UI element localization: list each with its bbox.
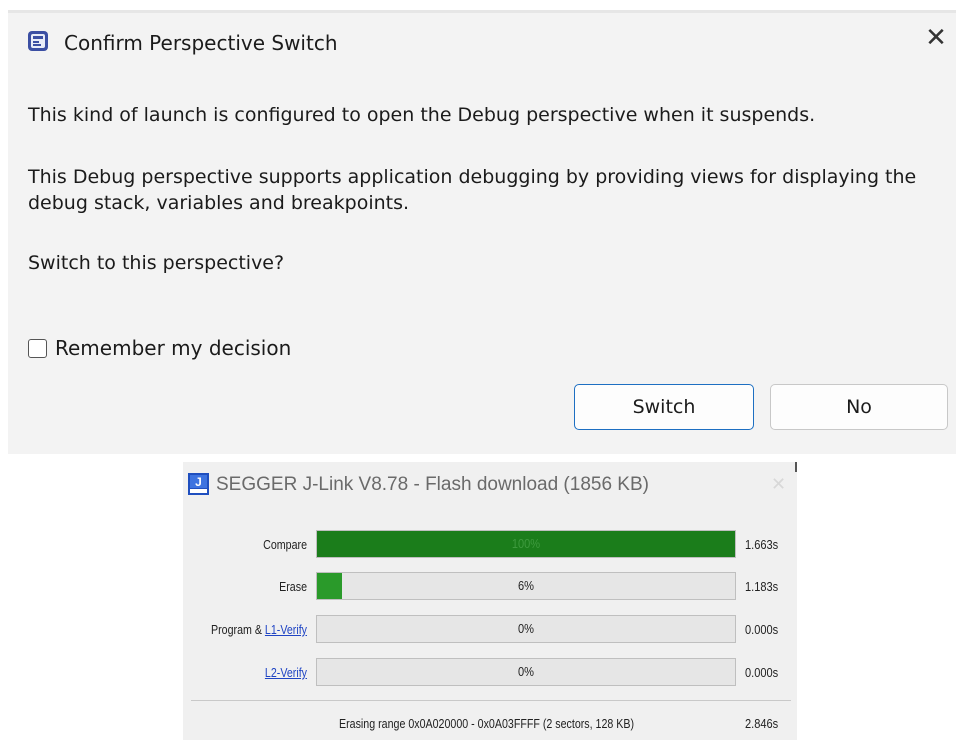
erase-status-text: Erasing range 0x0A020000 - 0x0A03FFFF (2… xyxy=(339,716,635,731)
segger-jlink-icon: J xyxy=(188,473,209,495)
l2-verify-label: L2-Verify xyxy=(205,665,307,680)
l2-verify-percent: 0% xyxy=(518,664,534,679)
svg-text:J: J xyxy=(195,475,202,489)
l2-verify-time: 0.000s xyxy=(745,665,779,680)
compare-percent: 100% xyxy=(511,536,541,551)
close-icon[interactable]: ✕ xyxy=(922,24,950,52)
dialog-message: This kind of launch is configured to ope… xyxy=(28,104,816,126)
program-progress-bar: 0% xyxy=(316,615,736,643)
remember-decision-control[interactable]: Remember my decision xyxy=(28,336,291,360)
l1-verify-link[interactable]: L1-Verify xyxy=(265,622,307,637)
dialog-question: Switch to this perspective? xyxy=(28,252,285,274)
confirm-perspective-dialog: Confirm Perspective Switch ✕ This kind o… xyxy=(8,10,956,454)
no-button[interactable]: No xyxy=(770,384,948,430)
eclipse-app-icon xyxy=(28,31,48,51)
program-time: 0.000s xyxy=(745,622,779,637)
erase-progress-fill xyxy=(317,573,343,599)
compare-time: 1.663s xyxy=(745,537,779,552)
erase-percent: 6% xyxy=(518,578,534,593)
jlink-close-icon[interactable]: ✕ xyxy=(771,474,786,495)
program-percent: 0% xyxy=(518,621,534,636)
program-label-prefix: Program & xyxy=(211,622,265,637)
switch-button[interactable]: Switch xyxy=(574,384,754,430)
remember-decision-label[interactable]: Remember my decision xyxy=(55,336,291,360)
window-edge-mark xyxy=(795,462,797,472)
jlink-window-title: SEGGER J-Link V8.78 - Flash download (18… xyxy=(216,474,649,495)
l2-verify-link[interactable]: L2-Verify xyxy=(265,665,307,680)
dialog-top-edge xyxy=(8,10,956,13)
compare-label: Compare xyxy=(263,537,307,552)
total-elapsed-time: 2.846s xyxy=(745,716,779,731)
l2-verify-progress-bar: 0% xyxy=(316,658,736,686)
status-divider xyxy=(191,700,791,701)
program-l1-verify-label: Program & L1-Verify xyxy=(205,622,307,637)
compare-progress-bar: 100% xyxy=(316,530,736,558)
dialog-title: Confirm Perspective Switch xyxy=(64,31,338,55)
erase-label: Erase xyxy=(279,579,307,594)
remember-decision-checkbox[interactable] xyxy=(28,338,47,358)
erase-progress-bar: 6% xyxy=(316,572,736,600)
dialog-description: This Debug perspective supports applicat… xyxy=(28,166,917,214)
erase-time: 1.183s xyxy=(745,579,779,594)
jlink-flash-download-window: J SEGGER J-Link V8.78 - Flash download (… xyxy=(183,462,797,740)
